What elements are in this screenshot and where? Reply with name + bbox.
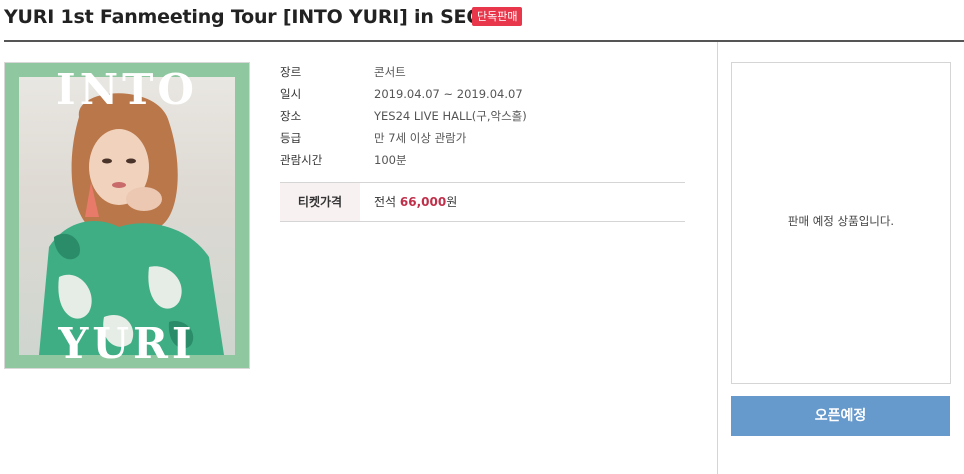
poster-title-top: INTO [56, 65, 198, 114]
title-bar: YURI 1st Fanmeeting Tour [INTO YURI] in … [0, 0, 964, 40]
ticket-price-box: 티켓가격 전석 66,000원 [280, 182, 685, 222]
detail-value: 콘서트 [374, 65, 406, 79]
poster-photo [19, 77, 235, 355]
portrait-illustration [39, 93, 224, 355]
detail-value: 2019.04.07 ~ 2019.04.07 [374, 87, 523, 101]
seat-type: 전석 [374, 195, 397, 209]
price-amount: 66,000 [399, 195, 447, 209]
detail-label: 장르 [280, 65, 302, 79]
column-divider [717, 42, 718, 474]
price-unit: 원 [446, 195, 458, 209]
ticket-price-value: 전석 66,000원 [374, 183, 457, 221]
page-title: YURI 1st Fanmeeting Tour [INTO YURI] in … [4, 6, 510, 28]
upcoming-sale-message: 판매 예정 상품입니다. [787, 214, 895, 228]
exclusive-sale-badge: 단독판매 [472, 7, 523, 26]
detail-label: 등급 [280, 131, 302, 145]
event-poster: INTO YURI [4, 62, 250, 369]
detail-value: 만 7세 이상 관람가 [374, 131, 467, 145]
open-scheduled-button[interactable]: 오픈예정 [731, 396, 950, 436]
detail-value: YES24 LIVE HALL(구,악스홀) [374, 109, 527, 123]
detail-label: 관람시간 [280, 153, 323, 167]
poster-title-bottom: YURI [58, 319, 196, 368]
title-divider [4, 40, 964, 42]
booking-panel: 판매 예정 상품입니다. [731, 62, 951, 384]
detail-label: 장소 [280, 109, 302, 123]
detail-value: 100분 [374, 153, 407, 167]
detail-label: 일시 [280, 87, 302, 101]
ticket-price-label: 티켓가격 [280, 183, 360, 221]
